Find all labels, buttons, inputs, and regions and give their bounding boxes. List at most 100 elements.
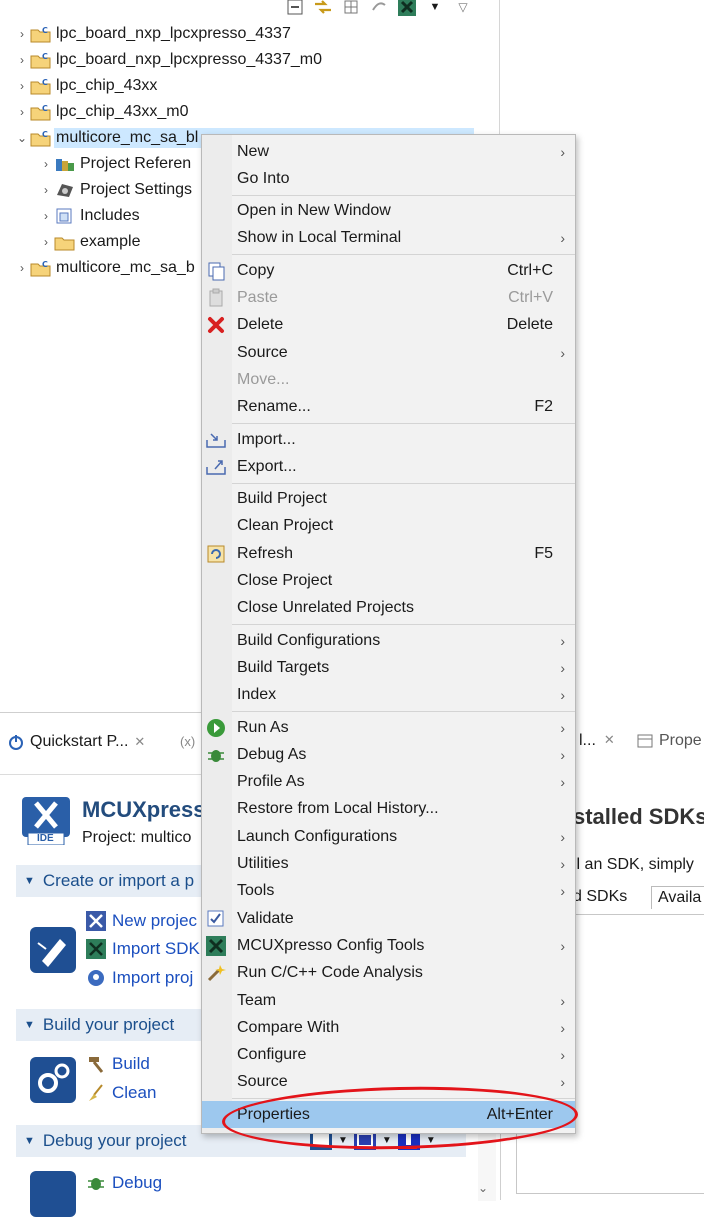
tab-properties[interactable]: Prope	[637, 732, 702, 750]
tree-item[interactable]: › Clpc_chip_43xx_m0	[0, 99, 191, 125]
tree-item[interactable]: › Includes	[0, 203, 142, 229]
mcuxpresso-icon[interactable]	[397, 0, 417, 17]
tree-item[interactable]: › Project Settings	[0, 177, 194, 203]
tab-installed[interactable]: d SDKs	[573, 888, 627, 906]
menu-item-team[interactable]: Team ›	[202, 987, 575, 1014]
section-debug-label: Debug your project	[42, 1131, 187, 1150]
menu-item-rename[interactable]: Rename... F2	[202, 394, 575, 421]
chevron-right-icon[interactable]: ›	[14, 27, 30, 41]
link-with-editor-icon[interactable]	[313, 0, 333, 17]
menu-item-source[interactable]: Source ›	[202, 339, 575, 366]
chevron-right-icon[interactable]: ›	[14, 261, 30, 275]
sync-icon[interactable]	[369, 0, 389, 17]
menu-item-configure[interactable]: Configure ›	[202, 1042, 575, 1069]
menu-item-label: Launch Configurations	[237, 827, 398, 845]
menu-item-run-as[interactable]: Run As ›	[202, 714, 575, 741]
menu-item-label: Copy	[237, 261, 275, 279]
menu-item-run-c-c-code-analysis[interactable]: Run C/C++ Code Analysis	[202, 960, 575, 987]
export-icon	[205, 456, 227, 478]
tree-item[interactable]: › Cmulticore_mc_sa_b	[0, 255, 197, 281]
menu-item-close-unrelated-projects[interactable]: Close Unrelated Projects	[202, 595, 575, 622]
menu-item-compare-with[interactable]: Compare With ›	[202, 1014, 575, 1041]
chevron-right-icon[interactable]: ›	[38, 209, 54, 223]
new-project-link[interactable]: New projec	[86, 911, 197, 931]
menu-item-close-project[interactable]: Close Project	[202, 568, 575, 595]
menu-item-tools[interactable]: Tools ›	[202, 878, 575, 905]
tree-item[interactable]: › Clpc_board_nxp_lpcxpresso_4337_m0	[0, 47, 324, 73]
filter-icon[interactable]	[341, 0, 361, 17]
menu-item-label: Configure	[237, 1046, 307, 1064]
menu-item-open-in-new-window[interactable]: Open in New Window	[202, 198, 575, 225]
menu-item-validate[interactable]: Validate	[202, 905, 575, 932]
menu-item-label: Go Into	[237, 169, 290, 187]
svg-text:C: C	[42, 52, 48, 61]
menu-item-new[interactable]: New ›	[202, 138, 575, 165]
menu-item-label: Run C/C++ Code Analysis	[237, 964, 423, 982]
dropdown-arrow-icon[interactable]: ▼	[425, 0, 445, 17]
tree-item[interactable]: › Clpc_chip_43xx	[0, 73, 159, 99]
collapse-all-icon[interactable]	[285, 0, 305, 17]
view-menu-icon[interactable]: ▽	[453, 0, 473, 17]
chevron-down-icon[interactable]: ⌄	[478, 1181, 488, 1195]
import-sdk-link[interactable]: Import SDK	[86, 939, 200, 959]
chevron-down-icon[interactable]: ⌄	[14, 131, 30, 145]
chevron-right-icon[interactable]: ›	[14, 53, 30, 67]
project-folder-icon: C	[30, 258, 52, 278]
menu-item-profile-as[interactable]: Profile As ›	[202, 769, 575, 796]
delete-icon	[205, 314, 227, 336]
menu-item-build-configurations[interactable]: Build Configurations ›	[202, 627, 575, 654]
chevron-right-icon[interactable]: ›	[38, 235, 54, 249]
menu-item-clean-project[interactable]: Clean Project	[202, 513, 575, 540]
chevron-right-icon: ›	[560, 774, 565, 791]
debug-link[interactable]: Debug	[86, 1173, 162, 1193]
tree-item[interactable]: › Clpc_board_nxp_lpcxpresso_4337	[0, 21, 293, 47]
tree-item[interactable]: › Project Referen	[0, 151, 193, 177]
tab-installed-sdks[interactable]: l... ✕	[579, 732, 615, 750]
chevron-right-icon[interactable]: ›	[14, 105, 30, 119]
menu-item-build-project[interactable]: Build Project	[202, 486, 575, 513]
tab-variables[interactable]: (x)	[180, 734, 195, 749]
close-icon[interactable]: ✕	[134, 734, 145, 750]
product-name: MCUXpress	[82, 797, 206, 822]
chevron-right-icon: ›	[560, 856, 565, 872]
svg-text:C: C	[42, 130, 48, 139]
menu-item-label: Build Project	[237, 490, 327, 508]
chevron-right-icon[interactable]: ›	[14, 79, 30, 93]
menu-item-launch-configurations[interactable]: Launch Configurations ›	[202, 823, 575, 850]
refresh-icon	[205, 543, 227, 565]
tab-quickstart[interactable]: Quickstart P... ✕	[8, 733, 145, 751]
tree-item[interactable]: › example	[0, 229, 142, 255]
new-project-label: New projec	[112, 911, 198, 930]
config-tools-icon	[205, 935, 227, 957]
menu-item-index[interactable]: Index ›	[202, 682, 575, 709]
menu-item-mcuxpresso-config-tools[interactable]: MCUXpresso Config Tools ›	[202, 932, 575, 959]
menu-item-utilities[interactable]: Utilities ›	[202, 851, 575, 878]
menu-item-import[interactable]: Import...	[202, 426, 575, 453]
menu-item-refresh[interactable]: Refresh F5	[202, 540, 575, 567]
sdk-title: stalled SDKs	[573, 804, 704, 829]
menu-item-label: Index	[237, 686, 277, 704]
menu-separator	[232, 482, 575, 484]
debug-bug-icon	[30, 1171, 76, 1217]
chevron-right-icon[interactable]: ›	[38, 183, 54, 197]
menu-item-label: Profile As	[237, 773, 305, 791]
menu-item-build-targets[interactable]: Build Targets ›	[202, 654, 575, 681]
menu-item-show-in-local-terminal[interactable]: Show in Local Terminal ›	[202, 225, 575, 252]
menu-item-label: Validate	[237, 909, 294, 927]
close-icon[interactable]: ✕	[604, 732, 615, 750]
menu-item-copy[interactable]: Copy Ctrl+C	[202, 257, 575, 284]
debug-label: Debug	[112, 1173, 163, 1192]
build-link[interactable]: Build	[86, 1054, 150, 1074]
menu-item-restore-from-local-history[interactable]: Restore from Local History...	[202, 796, 575, 823]
menu-item-label: Rename...	[237, 398, 311, 416]
import-project-link[interactable]: Import proj	[86, 968, 193, 988]
menu-item-export[interactable]: Export...	[202, 453, 575, 480]
bug-icon	[205, 744, 227, 766]
chevron-right-icon[interactable]: ›	[38, 157, 54, 171]
clean-link[interactable]: Clean	[86, 1083, 156, 1103]
menu-item-go-into[interactable]: Go Into	[202, 165, 575, 192]
menu-item-delete[interactable]: Delete Delete	[202, 312, 575, 339]
broom-icon	[89, 1084, 103, 1101]
menu-item-debug-as[interactable]: Debug As ›	[202, 741, 575, 768]
tab-available[interactable]: Availa	[651, 886, 704, 909]
